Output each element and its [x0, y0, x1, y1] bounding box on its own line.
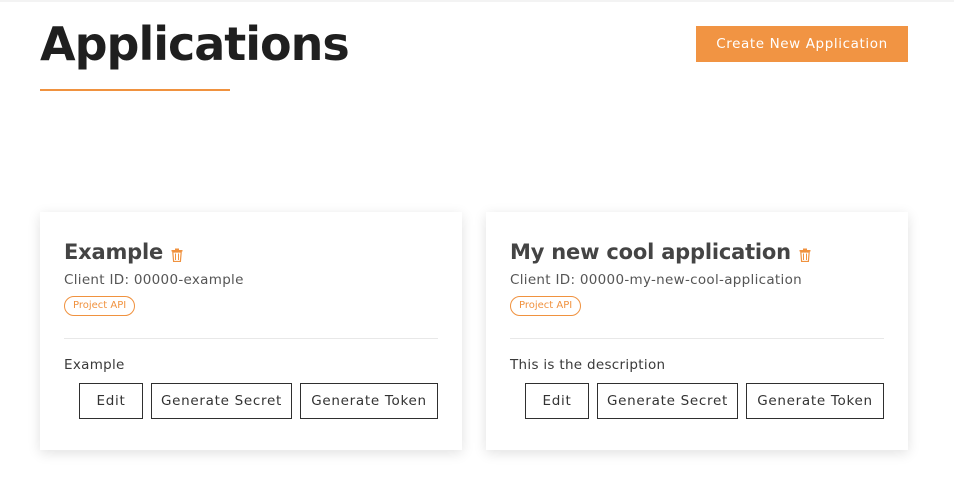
client-id: Client ID: 00000-example: [64, 272, 244, 288]
generate-secret-button[interactable]: Generate Secret: [151, 383, 292, 419]
card-title-row: Example: [64, 240, 183, 264]
create-new-application-button[interactable]: Create New Application: [696, 26, 908, 62]
client-id: Client ID: 00000-my-new-cool-application: [510, 272, 802, 288]
card-title-row: My new cool application: [510, 240, 811, 264]
application-description: This is the description: [510, 357, 666, 373]
title-underline: [40, 89, 230, 91]
divider: [510, 338, 884, 339]
trash-icon[interactable]: [799, 247, 811, 263]
card-actions: Edit Generate Secret Generate Token: [525, 383, 884, 419]
application-description: Example: [64, 357, 125, 373]
generate-token-button[interactable]: Generate Token: [746, 383, 884, 419]
generate-token-button[interactable]: Generate Token: [300, 383, 438, 419]
generate-secret-button[interactable]: Generate Secret: [597, 383, 738, 419]
edit-button[interactable]: Edit: [525, 383, 589, 419]
page-title: Applications: [40, 17, 350, 71]
application-name: My new cool application: [510, 240, 791, 264]
top-border: [0, 0, 954, 2]
divider: [64, 338, 438, 339]
api-badge: Project API: [510, 296, 582, 316]
api-badge: Project API: [64, 296, 136, 316]
edit-button[interactable]: Edit: [79, 383, 143, 419]
trash-icon[interactable]: [171, 247, 183, 263]
application-card: Example Client ID: 00000-example Project…: [40, 212, 462, 450]
application-card: My new cool application Client ID: 00000…: [486, 212, 908, 450]
application-name: Example: [64, 240, 164, 264]
card-actions: Edit Generate Secret Generate Token: [79, 383, 438, 419]
